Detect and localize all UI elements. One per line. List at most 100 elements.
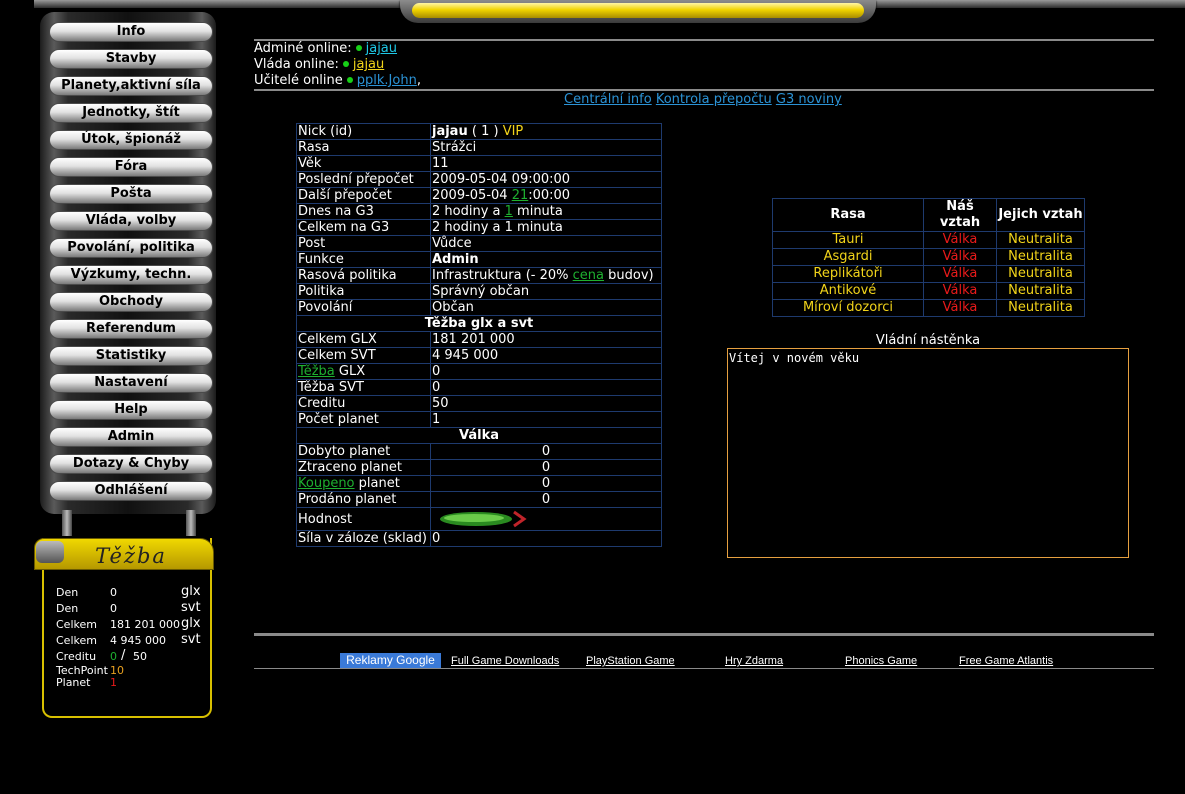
menu-button-planety-aktivni-sila[interactable]: Planety,aktivní síla xyxy=(49,76,213,96)
ad-link[interactable]: Free Game Atlantis xyxy=(959,654,1053,668)
menu-button-vlada-volby[interactable]: Vláda, volby xyxy=(49,211,213,231)
table-row: Poslední přepočet 2009-05-04 09:00:00 xyxy=(296,171,662,188)
menu-button-stavby[interactable]: Stavby xyxy=(49,49,213,69)
tezba-glx-link[interactable]: Těžba xyxy=(298,364,335,379)
tezba-creditu-value: 0 xyxy=(110,650,117,663)
cena-link[interactable]: cena xyxy=(573,268,604,283)
table-row: Tauri Válka Neutralita xyxy=(772,231,1085,249)
admins-online-label: Adminé online: xyxy=(254,41,352,56)
ucitele-online-user-link[interactable]: pplk.John xyxy=(357,73,417,88)
menu-button-vyzkumy-techn[interactable]: Výzkumy, techn. xyxy=(49,265,213,285)
politika-label: Politika xyxy=(296,283,431,300)
rasova-politika-pre: Infrastruktura (- 20% xyxy=(432,268,573,283)
tezba-den-svt: 0 xyxy=(110,602,117,615)
menu-button-dotazy-chyby[interactable]: Dotazy & Chyby xyxy=(49,454,213,474)
race-relations-table: Rasa Náš vztah Jejich vztah Tauri Válka Ne… xyxy=(772,198,1085,317)
menu-button-fora[interactable]: Fóra xyxy=(49,157,213,177)
top-status-slot xyxy=(400,0,876,23)
table-row: Funkce Admin xyxy=(296,251,662,268)
dalsi-prepocet-date: 2009-05-04 xyxy=(432,188,512,203)
menu-button-odhlaseni[interactable]: Odhlášení xyxy=(49,481,213,501)
celkem-glx-label: Celkem GLX xyxy=(296,331,431,348)
table-row: Ztraceno planet 0 xyxy=(296,459,662,476)
tezba-unit-svt: svt xyxy=(181,600,201,615)
dalsi-prepocet-hour-link[interactable]: 21 xyxy=(512,188,529,203)
table-row: Koupeno planet 0 xyxy=(296,475,662,492)
tezba-celkem-svt: 4 945 000 xyxy=(110,634,166,647)
menu-button-admin[interactable]: Admin xyxy=(49,427,213,447)
dnes-na-g3-value: 2 hodiny a 1 minuta xyxy=(430,203,662,220)
kontrola-prepoctu-link[interactable]: Kontrola přepočtu xyxy=(656,92,772,107)
ad-link[interactable]: Full Game Downloads xyxy=(451,654,559,668)
menu-button-posta[interactable]: Pošta xyxy=(49,184,213,204)
koupeno-link[interactable]: Koupeno xyxy=(298,476,355,491)
player-info-table: Nick (id) jajau ( 1 ) VIP Rasa Strážci Vě… xyxy=(296,123,662,547)
menu-button-obchody[interactable]: Obchody xyxy=(49,292,213,312)
relations-header-nas: Náš vztah xyxy=(923,198,997,232)
rasa-label: Rasa xyxy=(296,139,431,156)
tezba-unit-glx: glx xyxy=(181,584,201,599)
relation-nas: Válka xyxy=(923,282,997,300)
table-header-row: Rasa Náš vztah Jejich vztah xyxy=(772,198,1085,232)
menu-button-utok-spionaz[interactable]: Útok, špionáž xyxy=(49,130,213,150)
menu-button-jednotky-stit[interactable]: Jednotky, štít xyxy=(49,103,213,123)
relation-nas: Válka xyxy=(923,299,997,317)
table-row: Těžba GLX 0 xyxy=(296,363,662,380)
central-info-link[interactable]: Centrální info xyxy=(564,92,652,107)
table-row: Asgardi Válka Neutralita xyxy=(772,248,1085,266)
povolani-label: Povolání xyxy=(296,299,431,316)
celkem-na-g3-label: Celkem na G3 xyxy=(296,219,431,236)
sila-v-zaloze-label: Síla v záloze (sklad) xyxy=(296,530,431,547)
rasa-value: Strážci xyxy=(430,139,662,156)
nick-id: ( 1 ) xyxy=(471,124,499,139)
valka-section-heading: Válka xyxy=(296,427,662,444)
rank-insignia-icon xyxy=(440,510,527,528)
footer-divider-bottom xyxy=(254,668,1154,669)
celkem-svt-value: 4 945 000 xyxy=(430,347,662,364)
funkce-value: Admin xyxy=(430,251,662,268)
post-value: Vůdce xyxy=(430,235,662,252)
relation-rasa: Antikové xyxy=(772,282,924,300)
tezba-den-glx: 0 xyxy=(110,586,117,599)
tezba-den-label-2: Den xyxy=(56,602,79,615)
tezba-knob-icon xyxy=(36,541,64,563)
menu-button-referendum[interactable]: Referendum xyxy=(49,319,213,339)
nick-value: jajau ( 1 ) VIP xyxy=(430,123,662,140)
footer-divider-top xyxy=(254,633,1154,636)
tezba-section-heading: Těžba glx a svt xyxy=(296,315,662,332)
ztraceno-planet-label: Ztraceno planet xyxy=(296,459,431,476)
relation-jejich: Neutralita xyxy=(996,231,1085,249)
dobyto-planet-label: Dobyto planet xyxy=(296,443,431,460)
admins-online-user-link[interactable]: jajau xyxy=(366,41,397,56)
google-ads-label[interactable]: Reklamy Google xyxy=(340,653,441,668)
menu-button-info[interactable]: Info xyxy=(49,22,213,42)
table-row: Replikátoři Válka Neutralita xyxy=(772,265,1085,283)
hodnost-value xyxy=(430,507,662,531)
tezba-svt-value: 0 xyxy=(430,379,662,396)
g3-noviny-link[interactable]: G3 noviny xyxy=(776,92,842,107)
relation-rasa: Asgardi xyxy=(772,248,924,266)
celkem-svt-label: Celkem SVT xyxy=(296,347,431,364)
dnes-hours: 2 hodiny a xyxy=(432,204,505,219)
top-status-light xyxy=(412,3,864,18)
menu-button-statistiky[interactable]: Statistiky xyxy=(49,346,213,366)
sidebar-pillar-left xyxy=(62,510,72,536)
menu-button-povolani-politika[interactable]: Povolání, politika xyxy=(49,238,213,258)
koupeno-planet-value: 0 xyxy=(430,475,662,492)
dnes-minute-link[interactable]: 1 xyxy=(505,204,513,219)
ztraceno-planet-value: 0 xyxy=(430,459,662,476)
politika-value: Správný občan xyxy=(430,283,662,300)
vladni-nastenka-textarea[interactable]: Vítej v novém věku xyxy=(727,348,1129,558)
celkem-na-g3-value: 2 hodiny a 1 minuta xyxy=(430,219,662,236)
vlada-online-user-link[interactable]: jajau xyxy=(353,57,384,72)
ad-link[interactable]: Hry Zdarma xyxy=(725,654,783,668)
dalsi-prepocet-rest: :00:00 xyxy=(528,188,571,203)
vlada-online: Vláda online: jajau xyxy=(254,57,384,73)
tezba-creditu-label: Creditu xyxy=(56,650,97,663)
menu-button-help[interactable]: Help xyxy=(49,400,213,420)
prodano-planet-value: 0 xyxy=(430,491,662,508)
table-row: Věk 11 xyxy=(296,155,662,172)
ad-link[interactable]: PlayStation Game xyxy=(586,654,675,668)
menu-button-nastaveni[interactable]: Nastavení xyxy=(49,373,213,393)
ad-link[interactable]: Phonics Game xyxy=(845,654,917,668)
